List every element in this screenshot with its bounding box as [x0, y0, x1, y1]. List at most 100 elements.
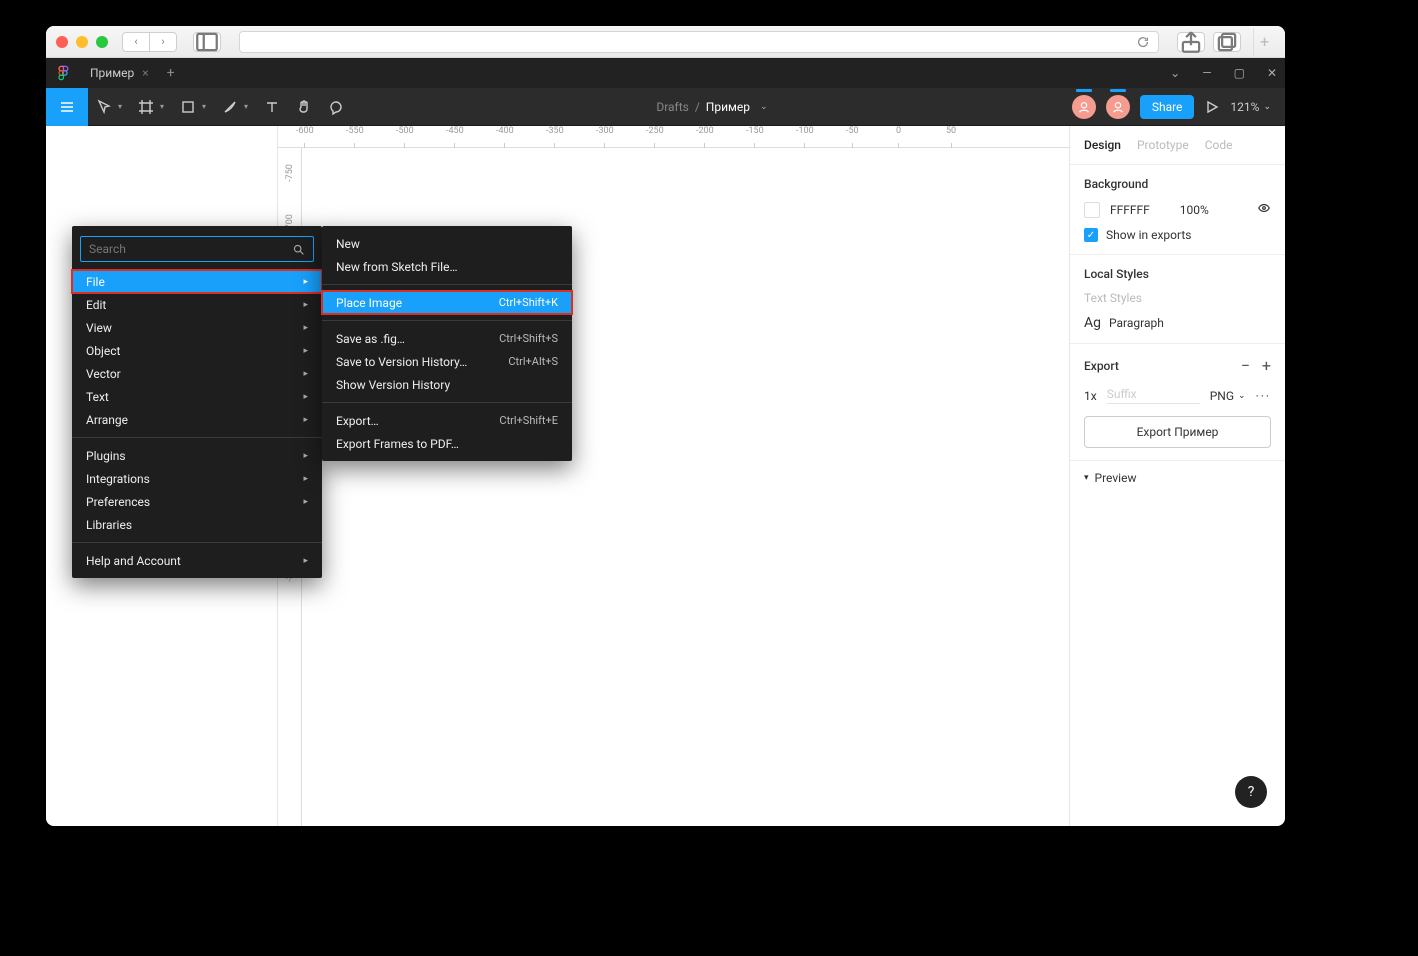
main-menu-button[interactable]	[46, 88, 88, 126]
figma-toolbar: ▾ ▾ ▾ ▾ Drafts / Пример ⌄ Share 121% ⌄	[46, 88, 1285, 126]
chevron-right-icon: ▸	[303, 415, 308, 425]
bg-swatch[interactable]	[1084, 202, 1100, 218]
ruler-tick: -350	[546, 126, 564, 148]
toolbar-right: Share 121% ⌄	[1072, 88, 1285, 126]
menu-item-libraries[interactable]: Libraries	[72, 513, 322, 536]
export-button[interactable]: Export Пример	[1084, 416, 1271, 448]
more-icon[interactable]: ···	[1256, 389, 1271, 403]
export-format-select[interactable]: PNG ⌄	[1210, 389, 1246, 403]
submenu-item-new-from-sketch-file-[interactable]: New from Sketch File…	[322, 255, 572, 278]
export-suffix-input[interactable]: Suffix	[1107, 387, 1200, 404]
menu-item-file[interactable]: File▸	[72, 270, 322, 293]
document-tab[interactable]: Пример ×	[82, 66, 157, 80]
text-tool[interactable]	[256, 88, 288, 126]
submenu-item-place-image[interactable]: Place ImageCtrl+Shift+K	[322, 291, 572, 314]
paragraph-style[interactable]: Ag Paragraph	[1084, 315, 1271, 331]
figma-logo-icon[interactable]	[54, 64, 72, 82]
submenu-item-export-frames-to-pdf-[interactable]: Export Frames to PDF…	[322, 432, 572, 455]
chevron-right-icon: ▸	[303, 556, 308, 566]
share-button[interactable]: Share	[1140, 95, 1195, 119]
menu-item-edit[interactable]: Edit▸	[72, 293, 322, 316]
tabs-icon[interactable]	[1213, 32, 1241, 52]
show-in-exports-row[interactable]: ✓ Show in exports	[1084, 228, 1271, 242]
menu-item-plugins[interactable]: Plugins▸	[72, 444, 322, 467]
chevron-down-icon[interactable]: ⌄	[760, 102, 768, 112]
forward-button[interactable]: ›	[149, 32, 177, 52]
traffic-lights	[56, 36, 108, 48]
add-export-icon[interactable]: +	[1262, 356, 1271, 375]
ruler-tick: -100	[796, 126, 814, 148]
minimize-window-icon[interactable]	[76, 36, 88, 48]
bg-color-value[interactable]: FFFFFF	[1110, 203, 1150, 217]
present-icon[interactable]	[1204, 88, 1220, 126]
checkbox-checked-icon[interactable]: ✓	[1084, 228, 1098, 242]
tab-prototype[interactable]: Prototype	[1137, 138, 1189, 152]
comment-tool[interactable]	[320, 88, 352, 126]
menu-item-arrange[interactable]: Arrange▸	[72, 408, 322, 431]
new-tab-button[interactable]: +	[1253, 28, 1275, 56]
help-button[interactable]: ?	[1235, 776, 1267, 808]
close-tab-icon[interactable]: ×	[142, 66, 148, 80]
menu-item-view[interactable]: View▸	[72, 316, 322, 339]
frame-tool[interactable]: ▾	[130, 88, 172, 126]
chevron-right-icon: ▸	[303, 474, 308, 484]
submenu-item-save-to-version-history-[interactable]: Save to Version History…Ctrl+Alt+S	[322, 350, 572, 373]
menu-separator	[72, 437, 322, 438]
menu-item-vector[interactable]: Vector▸	[72, 362, 322, 385]
menu-item-help-and-account[interactable]: Help and Account▸	[72, 549, 322, 572]
breadcrumb[interactable]: Drafts / Пример ⌄	[352, 100, 1072, 114]
share-icon[interactable]	[1177, 32, 1205, 52]
close-window-icon[interactable]	[56, 36, 68, 48]
menu-search[interactable]	[80, 236, 314, 262]
visibility-icon[interactable]	[1257, 201, 1271, 218]
menu-search-input[interactable]	[89, 242, 292, 256]
tab-design[interactable]: Design	[1084, 138, 1121, 152]
figma-shell: Пример × + ⌄ — ▢ ✕ ▾ ▾ ▾ ▾ Drafts	[46, 58, 1285, 826]
preview-toggle[interactable]: ▾ Preview	[1070, 461, 1285, 495]
menu-item-text[interactable]: Text▸	[72, 385, 322, 408]
file-submenu: NewNew from Sketch File… Place ImageCtrl…	[322, 226, 572, 461]
menu-item-object[interactable]: Object▸	[72, 339, 322, 362]
show-in-exports-label: Show in exports	[1106, 228, 1191, 242]
url-field[interactable]	[239, 31, 1159, 53]
chevron-right-icon: ▸	[303, 369, 308, 379]
shortcut-label: Ctrl+Shift+S	[499, 332, 558, 345]
shape-tool[interactable]: ▾	[172, 88, 214, 126]
titlebar-right: +	[1177, 28, 1275, 56]
bg-opacity-value[interactable]: 100%	[1180, 203, 1209, 217]
remove-export-icon[interactable]: −	[1241, 356, 1250, 375]
menu-item-integrations[interactable]: Integrations▸	[72, 467, 322, 490]
ruler-top: -600-550-500-450-400-350-300-250-200-150…	[278, 126, 1069, 148]
maximize-icon[interactable]: ▢	[1234, 66, 1245, 80]
submenu-item-export-[interactable]: Export…Ctrl+Shift+E	[322, 409, 572, 432]
ruler-tick: -50	[846, 126, 859, 148]
background-section: Background FFFFFF 100% ✓ Show in exports	[1070, 165, 1285, 255]
fullscreen-window-icon[interactable]	[96, 36, 108, 48]
submenu-item-show-version-history[interactable]: Show Version History	[322, 373, 572, 396]
chevron-down-icon[interactable]: ⌄	[1170, 66, 1180, 80]
menu-item-preferences[interactable]: Preferences▸	[72, 490, 322, 513]
ruler-tick: -250	[646, 126, 664, 148]
menu-separator	[322, 402, 572, 403]
move-tool[interactable]: ▾	[88, 88, 130, 126]
zoom-control[interactable]: 121% ⌄	[1230, 100, 1271, 114]
minimize-icon[interactable]: —	[1202, 66, 1211, 80]
search-icon	[292, 243, 305, 256]
browser-window: ‹ › + Пример ×	[46, 26, 1285, 826]
avatar[interactable]	[1072, 95, 1096, 119]
sidebar-toggle-icon[interactable]	[193, 32, 221, 52]
export-scale[interactable]: 1x	[1084, 389, 1097, 403]
close-icon[interactable]: ✕	[1267, 66, 1277, 80]
submenu-item-new[interactable]: New	[322, 232, 572, 255]
submenu-item-save-as-fig-[interactable]: Save as .fig…Ctrl+Shift+S	[322, 327, 572, 350]
hand-tool[interactable]	[288, 88, 320, 126]
chevron-right-icon: ▸	[303, 277, 308, 287]
tab-code[interactable]: Code	[1205, 138, 1233, 152]
back-button[interactable]: ‹	[122, 32, 150, 52]
reload-icon[interactable]	[1136, 35, 1150, 49]
figma-window-controls: ⌄ — ▢ ✕	[1170, 66, 1277, 80]
breadcrumb-root: Drafts	[656, 100, 689, 114]
avatar[interactable]	[1106, 95, 1130, 119]
pen-tool[interactable]: ▾	[214, 88, 256, 126]
add-tab-button[interactable]: +	[167, 65, 175, 81]
